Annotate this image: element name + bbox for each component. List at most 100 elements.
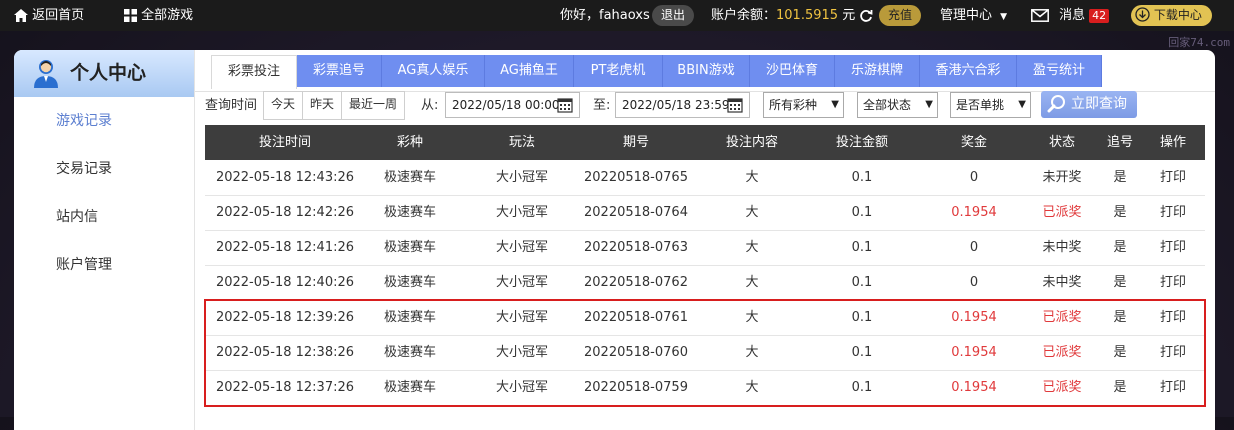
admin-center-menu[interactable]: 管理中心 ▼	[940, 0, 1007, 31]
cell-status: 已派奖	[1042, 205, 1082, 220]
all-games-link[interactable]: 全部游戏	[124, 0, 193, 31]
messages-link[interactable]: 消息 42	[1031, 0, 1110, 31]
cell-bet-time: 2022-05-18 12:40:26	[215, 275, 355, 290]
table-row: 2022-05-18 12:38:26 极速赛车 大小冠军 20220518-0760…	[205, 335, 1205, 371]
home-link[interactable]: 返回首页	[14, 0, 84, 31]
cell-prize: 0	[969, 170, 979, 185]
last-week-button[interactable]: 最近一周	[342, 92, 404, 119]
user-avatar-icon	[32, 58, 60, 106]
tab-ag-live[interactable]: AG真人娱乐	[382, 55, 485, 87]
to-date-field[interactable]: 2022/05/18 23:59	[615, 92, 750, 118]
tab-leyou-chess[interactable]: 乐游棋牌	[835, 55, 920, 87]
chevron-down-icon: ▼	[1018, 99, 1026, 110]
lottery-type-select[interactable]: 所有彩种 ▼	[763, 92, 844, 118]
cell-bet-content: 大	[745, 240, 759, 255]
tab-lottery-bets[interactable]: 彩票投注	[211, 55, 297, 89]
chevron-down-icon: ▼	[831, 99, 839, 110]
tab-ag-fishing[interactable]: AG捕鱼王	[485, 55, 574, 87]
sidebar: 个人中心 游戏记录 交易记录 站内信 账户管理	[14, 50, 194, 430]
cell-prize: 0	[969, 275, 979, 290]
cell-lottery: 极速赛车	[383, 240, 436, 255]
cell-print[interactable]: 打印	[1141, 335, 1205, 370]
cell-issue: 20220518-0760	[584, 345, 688, 360]
query-button-label: 立即查询	[1071, 96, 1127, 112]
yesterday-button[interactable]: 昨天	[303, 92, 343, 119]
cell-bet-content: 大	[745, 345, 759, 360]
sidebar-header: 个人中心	[14, 50, 194, 97]
today-button[interactable]: 今天	[264, 92, 304, 119]
cell-lottery: 极速赛车	[383, 170, 436, 185]
from-date-field[interactable]: 2022/05/18 00:00	[445, 92, 580, 118]
message-count-badge: 42	[1089, 9, 1110, 23]
download-icon	[1135, 7, 1154, 22]
sidebar-item-account-management[interactable]: 账户管理	[14, 241, 194, 289]
cell-bet-time: 2022-05-18 12:39:26	[215, 310, 355, 325]
status-value: 全部状态	[863, 98, 912, 112]
balance-display: 账户余额：101.5915 元	[711, 0, 873, 31]
messages-label: 消息	[1059, 8, 1086, 23]
calendar-icon[interactable]	[557, 97, 573, 121]
cell-bet-time: 2022-05-18 12:43:26	[215, 170, 355, 185]
col-prize: 奖金	[960, 135, 987, 150]
download-center-button[interactable]: 下载中心	[1131, 5, 1212, 26]
col-bet-amount: 投注金额	[835, 135, 888, 150]
cell-bet-content: 大	[745, 275, 759, 290]
cell-bet-amount: 0.1	[851, 275, 873, 290]
cell-chase: 是	[1113, 310, 1127, 325]
cell-status: 已派奖	[1042, 380, 1082, 395]
col-status: 状态	[1048, 135, 1075, 150]
download-center-label: 下载中心	[1153, 8, 1202, 22]
cell-prize: 0.1954	[951, 205, 997, 220]
cell-print[interactable]: 打印	[1141, 230, 1205, 265]
cell-issue: 20220518-0761	[584, 310, 688, 325]
tab-hk-mark-six[interactable]: 香港六合彩	[920, 55, 1017, 87]
cell-status: 未中奖	[1042, 240, 1082, 255]
cell-issue: 20220518-0762	[584, 275, 688, 290]
calendar-icon[interactable]	[727, 97, 743, 121]
cell-print[interactable]: 打印	[1141, 300, 1205, 335]
main-panel: 彩票投注 彩票追号 AG真人娱乐 AG捕鱼王 PT老虎机 BBIN游戏 沙巴体育…	[194, 50, 1215, 430]
tab-saba-sports[interactable]: 沙巴体育	[750, 55, 835, 87]
col-issue: 期号	[622, 135, 649, 150]
col-chase: 追号	[1106, 135, 1133, 150]
table-row: 2022-05-18 12:39:26 极速赛车 大小冠军 20220518-0761…	[205, 300, 1205, 336]
query-button[interactable]: 立即查询	[1041, 91, 1137, 118]
cell-issue: 20220518-0759	[584, 380, 688, 395]
cell-bet-content: 大	[745, 380, 759, 395]
home-icon	[14, 8, 32, 23]
cell-bet-amount: 0.1	[851, 345, 873, 360]
sidebar-item-site-messages[interactable]: 站内信	[14, 193, 194, 241]
single-pick-value: 是否单挑	[956, 98, 1005, 112]
caret-down-icon: ▼	[1000, 12, 1008, 22]
cell-prize: 0.1954	[951, 380, 997, 395]
from-date-value: 2022/05/18 00:00	[452, 98, 560, 112]
cell-prize: 0.1954	[951, 345, 997, 360]
cell-issue: 20220518-0763	[584, 240, 688, 255]
status-select[interactable]: 全部状态 ▼	[857, 92, 938, 118]
cell-status: 未中奖	[1042, 275, 1082, 290]
col-bet-time: 投注时间	[258, 135, 311, 150]
cell-chase: 是	[1113, 170, 1127, 185]
to-date-value: 2022/05/18 23:59	[622, 98, 730, 112]
cell-print[interactable]: 打印	[1141, 265, 1205, 300]
cell-bet-amount: 0.1	[851, 205, 873, 220]
cell-print[interactable]: 打印	[1141, 370, 1205, 405]
cell-chase: 是	[1113, 240, 1127, 255]
recharge-button[interactable]: 充值	[879, 5, 922, 26]
cell-print[interactable]: 打印	[1141, 195, 1205, 230]
single-pick-select[interactable]: 是否单挑 ▼	[950, 92, 1031, 118]
tab-lottery-chase[interactable]: 彩票追号	[297, 55, 382, 87]
tab-bbin-games[interactable]: BBIN游戏	[663, 55, 750, 87]
tab-pt-slots[interactable]: PT老虎机	[574, 55, 663, 87]
tab-profit-stats[interactable]: 盈亏统计	[1017, 55, 1102, 87]
sidebar-item-transaction-records[interactable]: 交易记录	[14, 145, 194, 193]
cell-bet-time: 2022-05-18 12:41:26	[215, 240, 355, 255]
search-icon	[1047, 94, 1067, 124]
logout-button[interactable]: 退出	[652, 5, 695, 26]
cell-bet-amount: 0.1	[851, 170, 873, 185]
cell-chase: 是	[1113, 205, 1127, 220]
top-bar: 返回首页 全部游戏 你好，fahaoxs 退出 账户余额：101.5915 元 …	[0, 0, 1234, 31]
cell-print[interactable]: 打印	[1141, 160, 1205, 195]
refresh-icon[interactable]	[859, 8, 873, 23]
table-row: 2022-05-18 12:40:26 极速赛车 大小冠军 20220518-0762…	[205, 265, 1205, 301]
